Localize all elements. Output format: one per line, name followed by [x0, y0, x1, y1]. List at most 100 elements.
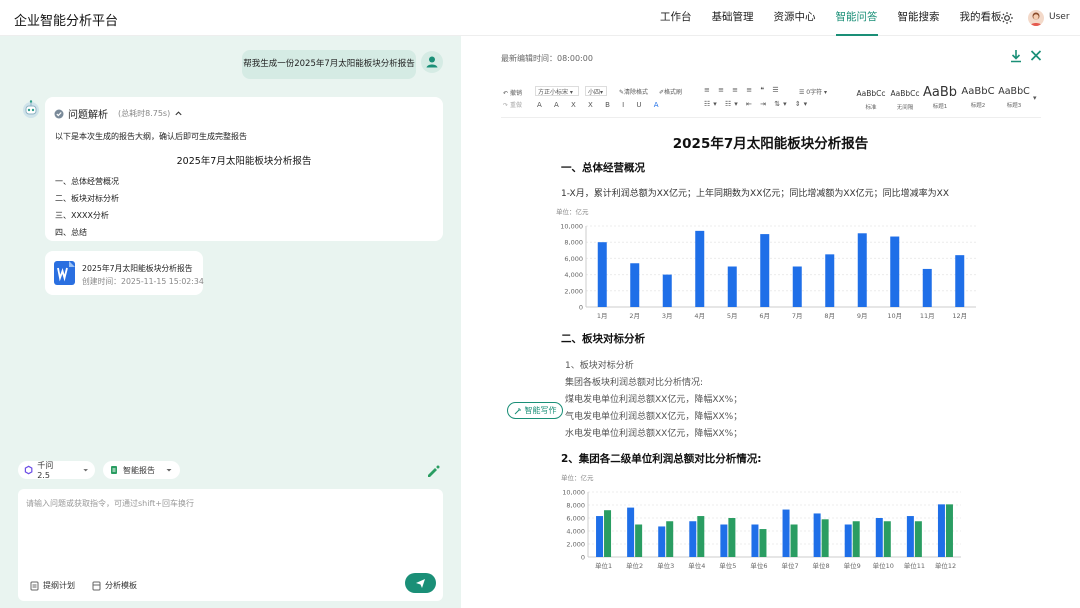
outline-item: 三、XXXX分析: [55, 211, 109, 220]
chat-input[interactable]: 请输入问题或获取指令，可通过shift+回车换行 提纲计划 分析模板: [18, 489, 443, 601]
paragraph-line: 煤电发电单位利润总额XX亿元，降幅XX%；: [565, 395, 743, 405]
y-tick-label: 6,000: [566, 515, 585, 523]
download-icon[interactable]: [1010, 49, 1022, 63]
file-name: 2025年7月太阳能板块分析报告: [82, 264, 193, 273]
paragraph-line: 水电发电单位利润总额XX亿元，降幅XX%；: [565, 429, 743, 439]
unit-profit-chart: 单位：亿元 10,000 8,000 6,000 4,000 2,000 0 单位1 单位2 单位…: [561, 473, 961, 570]
last-edit-time: 最新编辑时间：08:00:00: [501, 54, 593, 63]
y-tick-label: 6,000: [564, 255, 583, 263]
gear-icon[interactable]: [1000, 11, 1014, 25]
x-tick-label: 10月: [887, 312, 902, 320]
section-heading: 二、板块对标分析: [561, 333, 645, 345]
bar: [627, 507, 635, 557]
x-tick-label: 11月: [920, 312, 935, 320]
x-tick-label: 6月: [759, 312, 770, 320]
list-buttons[interactable]: ☷▾ ☷▾ ⇤ ⇥ ⇅▾ ⇕▾: [704, 100, 810, 108]
bar: [697, 516, 705, 557]
bar: [825, 254, 835, 307]
y-tick-label: 2,000: [564, 287, 583, 295]
x-tick-label: 单位8: [813, 561, 830, 570]
x-tick-label: 3月: [662, 312, 673, 320]
y-tick-label: 4,000: [566, 528, 585, 536]
chevron-up-icon[interactable]: [174, 109, 183, 118]
bar: [662, 274, 672, 307]
align-buttons[interactable]: ≡ ≡ ≡ ≡ ❝ ☰: [704, 86, 782, 94]
style-sample: AaBbC: [998, 86, 1030, 97]
styles-more-icon[interactable]: ▾: [1033, 94, 1037, 102]
nav-smart-qa[interactable]: 智能问答: [835, 0, 878, 36]
nav-workbench[interactable]: 工作台: [660, 0, 692, 36]
style-sample: AaBbCc: [890, 89, 920, 98]
send-button[interactable]: [405, 573, 436, 593]
answer-header[interactable]: 问题解析 (总耗时8.75s): [54, 106, 183, 121]
template-icon: [92, 581, 101, 590]
outline-item: 二、板块对标分析: [55, 194, 119, 203]
bar: [604, 510, 612, 557]
mode-select[interactable]: 智能报告: [103, 461, 180, 479]
close-icon[interactable]: [1030, 49, 1042, 62]
section-heading: 一、总体经营概况: [561, 162, 645, 174]
redo-button[interactable]: ↷ 重做: [503, 100, 522, 109]
bar: [852, 521, 860, 557]
bar: [937, 504, 945, 557]
bar: [728, 518, 736, 557]
redo-label: 重做: [509, 102, 522, 109]
style-no-spacing[interactable]: AaBbCc 无间隔: [887, 89, 923, 111]
user-name[interactable]: User: [1049, 12, 1070, 22]
y-tick-label: 0: [579, 304, 583, 312]
nav-resource-center[interactable]: 资源中心: [774, 0, 816, 36]
unit-label: 单位：亿元: [556, 207, 589, 216]
style-heading-2[interactable]: AaBbC 标题2: [959, 86, 997, 109]
bar: [922, 268, 932, 307]
x-tick-label: 9月: [857, 312, 868, 320]
style-standard[interactable]: AaBbCc 标准: [853, 89, 889, 111]
model-select[interactable]: 千问2.5: [18, 461, 95, 480]
style-sample: AaBbCc: [856, 89, 886, 98]
format-painter-button[interactable]: ✐格式刷: [659, 87, 682, 96]
nav-my-dashboard[interactable]: 我的看板: [960, 0, 1002, 36]
style-heading-1[interactable]: AaBb 标题1: [922, 85, 958, 110]
style-sample: AaBbC: [961, 86, 995, 97]
style-heading-3[interactable]: AaBbC 标题3: [997, 86, 1031, 109]
brush-icon[interactable]: [424, 463, 442, 479]
undo-button[interactable]: ↶ 撤销: [503, 88, 522, 97]
format-painter-label: 格式刷: [664, 89, 683, 96]
x-tick-label: 5月: [727, 312, 738, 320]
caret-down-icon: [166, 469, 172, 472]
user-icon: [426, 56, 438, 68]
ai-write-button[interactable]: 智能写作: [507, 402, 563, 419]
analysis-template-button[interactable]: 分析模板: [92, 580, 137, 591]
outline-plan-button[interactable]: 提纲计划: [30, 580, 75, 591]
answer-header-label: 问题解析: [68, 110, 108, 121]
bar: [857, 233, 867, 307]
subsection-heading: 1、板块对标分析: [565, 361, 634, 371]
section-paragraph: 1-X月，累计利润总额为XX亿元；上年同期数为XX亿元；同比增减额为XX亿元；同…: [561, 189, 950, 199]
bar: [727, 266, 737, 307]
line-spacing-select[interactable]: ☰ 0字符 ▾: [799, 87, 827, 96]
main-nav: 工作台 基础管理 资源中心 智能问答 智能搜索 我的看板: [660, 0, 1002, 36]
avatar[interactable]: [1028, 10, 1044, 26]
bar: [635, 524, 643, 557]
text-format-buttons[interactable]: A A X X B I U A: [537, 101, 659, 109]
bar: [751, 524, 759, 557]
size-select[interactable]: 小四▾: [585, 86, 607, 96]
caret-down-icon: [83, 469, 88, 472]
bar: [906, 516, 914, 557]
y-tick-label: 4,000: [564, 271, 583, 279]
clear-format-button[interactable]: ✎清除格式: [619, 87, 648, 96]
nav-smart-search[interactable]: 智能搜索: [898, 0, 940, 36]
unit-label: 单位：亿元: [561, 473, 594, 482]
report-file-card[interactable]: 2025年7月太阳能板块分析报告 创建时间：2025-11-15 15:02:3…: [45, 251, 204, 295]
answer-time: (总耗时8.75s): [118, 109, 171, 118]
x-tick-label: 12月: [952, 312, 967, 320]
outline-item: 一、总体经营概况: [55, 177, 119, 186]
report-editor: 最新编辑时间：08:00:00 ↶ 撤销 ↷ 重做 方正小标宋 ▾ 小四▾ ✎清…: [461, 36, 1080, 608]
word-file-icon: [54, 261, 75, 285]
x-tick-label: 7月: [792, 312, 803, 320]
x-tick-label: 1月: [597, 312, 608, 320]
nav-basic-management[interactable]: 基础管理: [712, 0, 754, 36]
font-select[interactable]: 方正小标宋 ▾: [535, 86, 579, 96]
bar: [890, 236, 900, 307]
x-tick-label: 2月: [629, 312, 640, 320]
font-color-icon[interactable]: A: [654, 101, 659, 109]
